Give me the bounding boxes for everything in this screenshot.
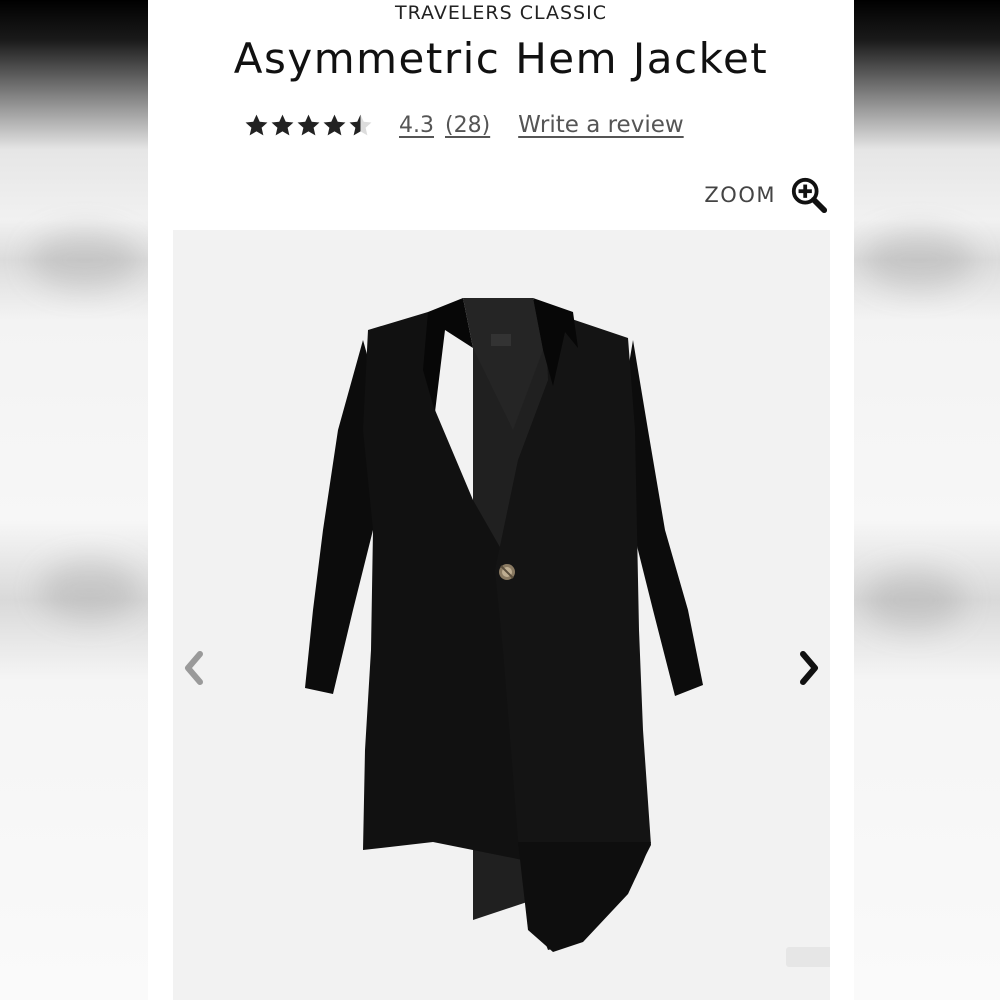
product-image-gallery[interactable] <box>173 230 830 1000</box>
rating-value[interactable]: 4.3 <box>399 113 434 138</box>
zoom-label: ZOOM <box>704 183 776 207</box>
star-icon <box>271 114 294 135</box>
rating-row: 4.3 (28) Write a review <box>244 108 684 142</box>
zoom-in-icon <box>791 177 828 214</box>
gallery-corner-tab <box>786 947 830 967</box>
review-count[interactable]: (28) <box>445 113 490 138</box>
partial-star-icon <box>349 114 372 135</box>
star-icon <box>297 114 320 135</box>
write-review-link[interactable]: Write a review <box>518 112 684 138</box>
star-rating[interactable] <box>244 113 373 138</box>
product-title: Asymmetric Hem Jacket <box>233 34 769 83</box>
star-icon <box>245 114 268 135</box>
chevron-left-icon[interactable] <box>176 646 212 690</box>
backdrop-left <box>0 0 148 1000</box>
product-page: TRAVELERS CLASSIC Asymmetric Hem Jacket … <box>148 0 854 1000</box>
zoom-button[interactable]: ZOOM <box>704 176 828 214</box>
backdrop-right <box>854 0 1000 1000</box>
product-image[interactable] <box>173 230 830 1000</box>
chevron-right-icon[interactable] <box>791 646 827 690</box>
star-icon <box>323 114 346 135</box>
brand-name[interactable]: TRAVELERS CLASSIC <box>148 2 854 24</box>
